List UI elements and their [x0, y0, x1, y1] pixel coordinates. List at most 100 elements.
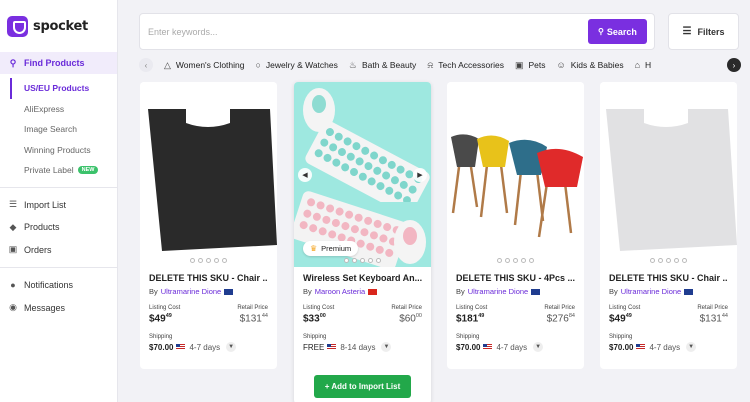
logo[interactable]: spocket — [0, 0, 117, 52]
product-title[interactable]: DELETE THIS SKU - Chair ... — [149, 273, 268, 283]
clear-chair-mat-image — [606, 108, 737, 251]
australia-flag-icon — [531, 288, 541, 295]
product-card[interactable]: ◀ ▶ ♛ Premium Wireless Set Keyboard An...… — [294, 82, 431, 402]
australia-flag-icon — [224, 288, 234, 295]
pagination-dot[interactable] — [521, 258, 526, 263]
seller-link[interactable]: Ultramarine Dione — [621, 287, 681, 296]
add-to-import-list-button[interactable]: + Add to Import List — [314, 375, 411, 398]
dress-icon: △ — [164, 59, 171, 70]
nav-label: Import List — [24, 199, 67, 210]
category-bath-beauty[interactable]: ♨ Bath & Beauty — [349, 60, 416, 71]
pagination-dot[interactable] — [682, 258, 687, 263]
pagination-dot[interactable] — [214, 258, 219, 263]
shipping-days: 4-7 days — [496, 342, 528, 352]
category-womens-clothing[interactable]: △ Women's Clothing — [164, 60, 244, 71]
category-jewelry-watches[interactable]: ○ Jewelry & Watches — [255, 60, 337, 70]
image-pagination — [447, 258, 584, 263]
image-pagination — [600, 258, 737, 263]
pagination-dot[interactable] — [198, 258, 203, 263]
pagination-dot[interactable] — [497, 258, 502, 263]
filters-label: Filters — [697, 26, 725, 37]
nav-notifications[interactable]: ● Notifications — [0, 274, 117, 297]
pagination-dot[interactable] — [190, 258, 195, 263]
pagination-dot[interactable] — [650, 258, 655, 263]
product-image[interactable] — [140, 82, 277, 267]
seller-link[interactable]: Maroon Asteria — [315, 287, 365, 296]
chevron-left-icon[interactable]: ‹ — [139, 58, 153, 72]
chevron-down-icon[interactable]: ▼ — [533, 342, 544, 353]
product-card[interactable]: DELETE THIS SKU - Chair ... By Ultramarin… — [140, 82, 277, 369]
subnav-image-search[interactable]: Image Search — [0, 119, 117, 140]
subnav-private-label[interactable]: Private Label NEW — [0, 160, 117, 181]
seller-link[interactable]: Ultramarine Dione — [468, 287, 528, 296]
baby-icon: ☺ — [556, 60, 566, 70]
pagination-dot[interactable] — [344, 258, 349, 263]
shipping-label: Shipping — [456, 334, 480, 341]
seller-link[interactable]: Ultramarine Dione — [161, 287, 221, 296]
listing-cost-label: Listing Cost — [609, 305, 641, 311]
product-title[interactable]: Wireless Set Keyboard An... — [303, 273, 422, 283]
product-title[interactable]: DELETE THIS SKU - 4Pcs ... — [456, 273, 575, 283]
product-image[interactable] — [600, 82, 737, 267]
by-label: By — [303, 287, 312, 296]
pagination-dot[interactable] — [368, 258, 373, 263]
chevron-right-icon[interactable]: › — [727, 58, 741, 72]
search-button[interactable]: ⚲ Search — [588, 19, 647, 44]
pagination-dot[interactable] — [376, 258, 381, 263]
nav-find-products[interactable]: ⚲ Find Products — [0, 52, 117, 74]
nav-find-products-label: Find Products — [24, 58, 85, 68]
product-card[interactable]: DELETE THIS SKU - Chair ... By Ultramarin… — [600, 82, 737, 369]
ring-icon: ○ — [255, 60, 261, 70]
chevron-down-icon[interactable]: ▼ — [226, 342, 237, 353]
search-input[interactable] — [148, 23, 568, 41]
nav-messages[interactable]: ◉ Messages — [0, 297, 117, 320]
subnav-aliexpress[interactable]: AliExpress — [0, 99, 117, 120]
subnav-us-eu-products[interactable]: US/EU Products — [10, 78, 117, 99]
pagination-dot[interactable] — [222, 258, 227, 263]
sidebar: spocket ⚲ Find Products US/EU Products A… — [0, 0, 118, 402]
pagination-dot[interactable] — [513, 258, 518, 263]
pagination-dot[interactable] — [505, 258, 510, 263]
product-image[interactable] — [447, 82, 584, 267]
pagination-dot[interactable] — [658, 258, 663, 263]
subnav-winning-products[interactable]: Winning Products — [0, 140, 117, 161]
previous-image-icon[interactable]: ◀ — [298, 168, 312, 182]
pagination-dot[interactable] — [674, 258, 679, 263]
pagination-dot[interactable] — [352, 258, 357, 263]
price-cents: 49 — [478, 313, 485, 319]
price-cents: 44 — [721, 313, 728, 319]
search-icon: ⚲ — [9, 57, 17, 68]
shipping: Shipping $70.00 4-7 days ▼ — [609, 334, 728, 353]
category-label: Women's Clothing — [175, 60, 245, 70]
product-card[interactable]: DELETE THIS SKU - 4Pcs ... By Ultramarine… — [447, 82, 584, 369]
tag-icon: ◆ — [9, 221, 17, 232]
nav-import-list[interactable]: ☰ Import List — [0, 194, 117, 217]
pagination-dot[interactable] — [666, 258, 671, 263]
category-pets[interactable]: ▣ Pets — [515, 60, 546, 71]
bell-icon: ● — [10, 280, 16, 291]
australia-flag-icon — [684, 288, 694, 295]
filters-button[interactable]: ☰ Filters — [668, 13, 739, 50]
product-image[interactable]: ◀ ▶ ♛ Premium — [294, 82, 431, 267]
category-kids-babies[interactable]: ☺ Kids & Babies — [556, 60, 623, 70]
logo-text: spocket — [33, 18, 88, 34]
chevron-down-icon[interactable]: ▼ — [686, 342, 697, 353]
premium-badge: ♛ Premium — [303, 241, 359, 256]
price-cents: 49 — [165, 313, 172, 319]
pagination-dot[interactable] — [529, 258, 534, 263]
listing-cost-value: $4949 — [149, 313, 180, 324]
shipping-row: $70.00 4-7 days ▼ — [456, 342, 575, 353]
shipping-label: Shipping — [303, 334, 327, 341]
category-tech-accessories[interactable]: ⍾ Tech Accessories — [427, 60, 504, 71]
chevron-down-icon[interactable]: ▼ — [381, 342, 392, 353]
next-image-icon[interactable]: ▶ — [413, 168, 427, 182]
nav-products[interactable]: ◆ Products — [0, 216, 117, 239]
pagination-dot[interactable] — [206, 258, 211, 263]
pagination-dot[interactable] — [360, 258, 365, 263]
category-label: H — [645, 60, 652, 70]
product-details: DELETE THIS SKU - Chair ... By Ultramarin… — [600, 267, 737, 353]
nav-orders[interactable]: ▣ Orders — [0, 239, 117, 262]
category-home[interactable]: ⌂ H — [635, 60, 652, 70]
product-title[interactable]: DELETE THIS SKU - Chair ... — [609, 273, 728, 283]
shipping-row: FREE 8-14 days ▼ — [303, 342, 422, 353]
